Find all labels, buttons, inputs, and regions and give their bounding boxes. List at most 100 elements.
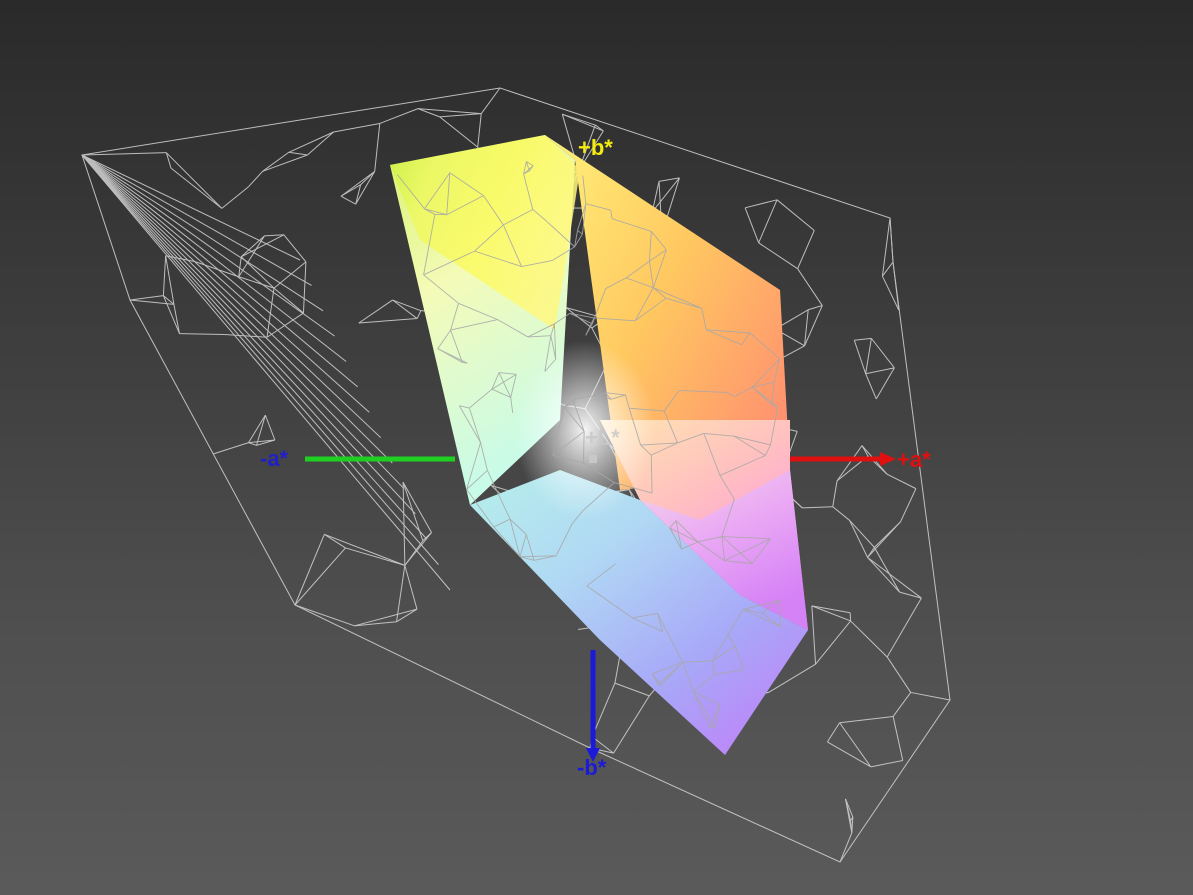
wireframe-segment bbox=[867, 556, 922, 599]
wireframe-segment bbox=[892, 261, 900, 311]
wireframe-segment bbox=[477, 113, 482, 148]
wireframe-segment bbox=[889, 217, 894, 263]
wireframe-segment bbox=[358, 318, 418, 324]
wireframe-segment bbox=[81, 154, 324, 312]
wireframe-segment bbox=[264, 414, 276, 441]
wireframe-segment bbox=[81, 154, 335, 337]
wireframe-segment bbox=[867, 547, 875, 558]
wireframe-segment bbox=[374, 123, 381, 172]
wireframe-segment bbox=[81, 154, 405, 489]
wireframe-segment bbox=[294, 604, 355, 627]
wireframe-segment bbox=[797, 268, 823, 306]
wireframe-segment bbox=[839, 715, 894, 724]
wireframe-segment bbox=[417, 108, 482, 115]
wireframe-segment bbox=[81, 154, 428, 540]
wireframe-segment bbox=[776, 199, 815, 231]
axis-label-plus-L: +L* bbox=[585, 425, 620, 450]
wireframe-segment bbox=[173, 304, 180, 334]
wireframe-segment bbox=[273, 287, 304, 314]
wireframe-segment bbox=[804, 309, 809, 346]
wireframe-segment bbox=[302, 261, 307, 314]
wireframe-segment bbox=[81, 154, 347, 362]
wireframe-segment bbox=[802, 506, 833, 509]
wireframe-segment bbox=[865, 373, 877, 400]
wireframe-segment bbox=[307, 131, 334, 156]
wireframe-segment bbox=[815, 620, 851, 665]
wireframe-segment bbox=[81, 154, 359, 388]
wireframe-segment bbox=[340, 195, 356, 205]
wireframe-segment bbox=[870, 338, 895, 369]
wireframe-segment bbox=[264, 234, 284, 237]
wireframe-segment bbox=[900, 488, 917, 523]
wireframe-segment bbox=[179, 333, 225, 336]
wireframe-segment bbox=[213, 442, 249, 455]
wireframe-segment bbox=[886, 656, 912, 693]
axis-label-plus-a: +a* bbox=[897, 447, 931, 472]
wireframe-segment bbox=[358, 299, 393, 324]
wireframe-segment bbox=[129, 295, 164, 301]
wireframe-segment bbox=[839, 722, 872, 768]
wireframe-segment bbox=[836, 445, 863, 482]
wireframe-segment bbox=[294, 547, 346, 606]
wireframe-segment bbox=[439, 116, 478, 148]
wireframe-segment bbox=[851, 817, 854, 833]
wireframe-segment bbox=[262, 154, 308, 172]
origin-marker bbox=[589, 455, 597, 463]
wireframe-segment bbox=[340, 170, 376, 197]
wireframe-segment bbox=[562, 113, 596, 126]
wireframe-segment bbox=[577, 230, 583, 235]
wireframe-segment bbox=[392, 299, 418, 319]
axis-label-plus-b: +b* bbox=[578, 135, 613, 160]
wireframe-segment bbox=[480, 87, 501, 114]
wireframe-segment bbox=[804, 305, 823, 347]
wireframe-segment bbox=[221, 186, 249, 209]
wireframe-segment bbox=[886, 473, 917, 490]
wireframe-segment bbox=[129, 299, 174, 305]
wireframe-segment bbox=[854, 337, 872, 341]
wireframe-segment bbox=[886, 597, 922, 658]
wireframe-segment bbox=[345, 547, 405, 566]
wireframe-segment bbox=[379, 108, 419, 124]
wireframe-segment bbox=[569, 312, 593, 325]
wireframe-segment bbox=[294, 534, 325, 606]
wireframe-segment bbox=[162, 295, 180, 334]
wireframe-segment bbox=[81, 154, 393, 464]
wireframe-segment bbox=[288, 131, 334, 153]
wireframe-segment bbox=[248, 442, 257, 446]
wireframe-segment bbox=[194, 261, 239, 278]
wireframe-segment bbox=[396, 608, 418, 623]
wireframe-segment bbox=[758, 242, 798, 270]
wireframe-segment bbox=[832, 506, 850, 521]
wireframe-segment bbox=[853, 340, 867, 374]
wireframe-segment bbox=[870, 759, 903, 768]
wireframe-segment bbox=[392, 299, 422, 312]
wireframe-segment bbox=[288, 151, 308, 156]
wireframe-segment bbox=[850, 620, 888, 658]
wireframe-segment bbox=[591, 682, 616, 737]
wireframe-segment bbox=[404, 565, 418, 610]
wireframe-segment bbox=[262, 151, 290, 172]
axis-label-minus-b: -b* bbox=[577, 755, 607, 780]
wireframe-segment bbox=[273, 261, 307, 289]
wireframe-segment bbox=[355, 171, 376, 205]
wireframe-segment bbox=[811, 605, 851, 614]
wireframe-segment bbox=[873, 547, 901, 593]
wireframe-segment bbox=[892, 692, 912, 717]
gamut-3d-viewport[interactable]: +b* -b* +a* -a* +L* bbox=[0, 0, 1193, 895]
wireframe-segment bbox=[416, 310, 422, 319]
wireframe-segment bbox=[266, 288, 275, 338]
wireframe-segment bbox=[758, 199, 778, 244]
wireframe-segment bbox=[439, 113, 482, 118]
wireframe-segment bbox=[81, 154, 301, 261]
wireframe-segment bbox=[162, 255, 167, 296]
wireframe-segment bbox=[170, 167, 223, 209]
a-plus-arrow-icon bbox=[880, 452, 896, 466]
wireframe-segment bbox=[875, 367, 895, 400]
wireframe-segment bbox=[613, 695, 650, 754]
wireframe-segment bbox=[81, 154, 451, 591]
wireframe-segment bbox=[832, 480, 838, 507]
wireframe-segment bbox=[826, 722, 841, 743]
wireframe-segment bbox=[354, 608, 418, 627]
wireframe-segment bbox=[827, 741, 872, 768]
wireframe-segment bbox=[248, 170, 264, 188]
